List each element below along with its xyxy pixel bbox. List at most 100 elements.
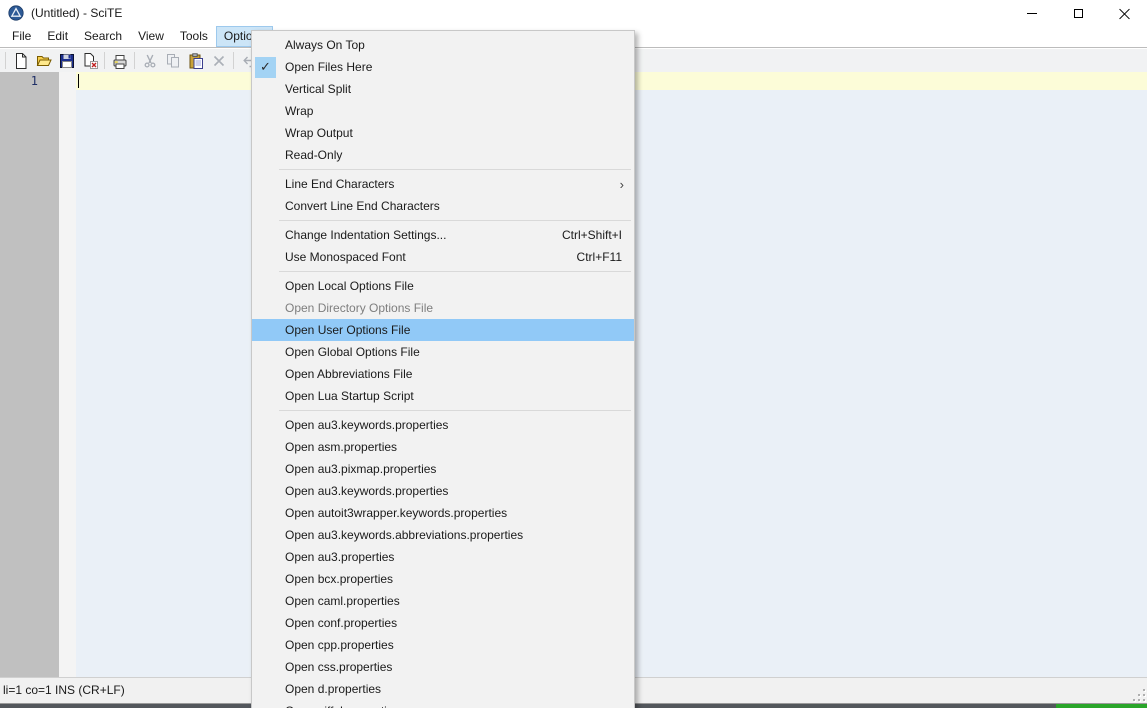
menu-separator — [279, 271, 631, 272]
window-title: (Untitled) - SciTE — [31, 6, 123, 20]
menu-item-open-eiffel-properties[interactable]: Open eiffel.properties — [252, 700, 634, 708]
menu-item-open-user-options-file[interactable]: Open User Options File — [252, 319, 634, 341]
menu-item-label: Open cpp.properties — [285, 638, 394, 652]
menu-item-open-au3-keywords-properties[interactable]: Open au3.keywords.properties — [252, 414, 634, 436]
menu-gutter — [255, 35, 276, 56]
menu-item-open-au3-properties[interactable]: Open au3.properties — [252, 546, 634, 568]
menu-item-shortcut: Ctrl+Shift+I — [561, 228, 622, 242]
menu-gutter — [255, 101, 276, 122]
close-button[interactable] — [1101, 0, 1147, 26]
menu-item-label: Open css.properties — [285, 660, 393, 674]
menu-item-label: Vertical Split — [285, 82, 352, 96]
menu-item-always-on-top[interactable]: Always On Top — [252, 34, 634, 56]
toolbar-separator — [134, 52, 135, 69]
print-button[interactable] — [108, 50, 131, 71]
menu-item-open-asm-properties[interactable]: Open asm.properties — [252, 436, 634, 458]
menu-gutter — [255, 415, 276, 436]
menu-item-open-global-options-file[interactable]: Open Global Options File — [252, 341, 634, 363]
text-caret — [78, 74, 79, 88]
cut-button — [138, 50, 161, 71]
menu-gutter — [255, 459, 276, 480]
menu-item-shortcut: Ctrl+F11 — [576, 250, 622, 264]
menu-item-open-abbreviations-file[interactable]: Open Abbreviations File — [252, 363, 634, 385]
menu-item-wrap[interactable]: Wrap — [252, 100, 634, 122]
menu-item-label: Wrap — [285, 104, 314, 118]
maximize-icon — [1073, 8, 1083, 18]
menu-gutter — [255, 547, 276, 568]
menu-item-label: Line End Characters — [285, 177, 395, 191]
line-number-margin: 1 — [0, 72, 59, 677]
menu-item-open-files-here[interactable]: ✓ Open Files Here — [252, 56, 634, 78]
menu-item-label: Open Abbreviations File — [285, 367, 413, 381]
menu-item-open-au3-keywords-properties[interactable]: Open au3.keywords.properties — [252, 480, 634, 502]
menu-item-open-css-properties[interactable]: Open css.properties — [252, 656, 634, 678]
menu-gutter — [255, 569, 276, 590]
paste-button[interactable] — [184, 50, 207, 71]
paste-icon — [189, 52, 203, 69]
menu-item-open-bcx-properties[interactable]: Open bcx.properties — [252, 568, 634, 590]
line-number: 1 — [30, 74, 38, 88]
new-file-button[interactable] — [9, 50, 32, 71]
menu-item-use-monospaced-font[interactable]: Use Monospaced Font Ctrl+F11 — [252, 246, 634, 268]
menu-item-label: Open eiffel.properties — [285, 704, 634, 708]
save-file-button[interactable] — [55, 50, 78, 71]
menu-gutter — [255, 481, 276, 502]
menubar-item-edit[interactable]: Edit — [39, 26, 76, 47]
delete-button — [207, 50, 230, 71]
menu-item-open-au3-pixmap-properties[interactable]: Open au3.pixmap.properties — [252, 458, 634, 480]
menu-item-label: Open au3.keywords.properties — [285, 418, 449, 432]
menu-gutter — [255, 591, 276, 612]
menu-gutter — [255, 79, 276, 100]
open-file-button[interactable] — [32, 50, 55, 71]
menu-item-label: Open Files Here — [285, 60, 373, 74]
menu-item-read-only[interactable]: Read-Only — [252, 144, 634, 166]
menu-gutter — [255, 225, 276, 246]
menu-item-line-end-characters[interactable]: Line End Characters › — [252, 173, 634, 195]
menu-item-change-indentation-settings[interactable]: Change Indentation Settings... Ctrl+Shift… — [252, 224, 634, 246]
menu-item-open-lua-startup-script[interactable]: Open Lua Startup Script — [252, 385, 634, 407]
save-file-icon — [59, 53, 74, 68]
menu-item-label: Open Local Options File — [285, 279, 414, 293]
menu-item-label: Open conf.properties — [285, 616, 398, 630]
menu-gutter — [255, 247, 276, 268]
minimize-icon — [1027, 12, 1037, 14]
options-menu-popup: Always On Top ✓ Open Files Here Vertical Sp… — [251, 30, 635, 708]
menu-gutter — [255, 701, 276, 708]
menu-separator — [279, 410, 631, 411]
menu-item-label: Open Lua Startup Script — [285, 389, 414, 403]
menubar-item-tools[interactable]: Tools — [172, 26, 216, 47]
menu-item-open-autoit3wrapper-keywords-properties[interactable]: Open autoit3wrapper.keywords.properties — [252, 502, 634, 524]
maximize-button[interactable] — [1055, 0, 1101, 26]
menu-item-open-local-options-file[interactable]: Open Local Options File — [252, 275, 634, 297]
menu-item-open-d-properties[interactable]: Open d.properties — [252, 678, 634, 700]
menu-item-label: Read-Only — [285, 148, 343, 162]
menu-item-label: Use Monospaced Font — [285, 250, 406, 264]
scite-window: { "titlebar": { "title": "(Untitled) - S… — [0, 0, 1147, 708]
menu-item-convert-line-end-characters[interactable]: Convert Line End Characters — [252, 195, 634, 217]
menu-gutter — [255, 635, 276, 656]
toolbar-separator — [5, 52, 6, 69]
menu-separator — [279, 169, 631, 170]
close-icon — [1119, 8, 1130, 19]
close-file-button[interactable] — [78, 50, 101, 71]
menu-item-wrap-output[interactable]: Wrap Output — [252, 122, 634, 144]
menu-item-label: Convert Line End Characters — [285, 199, 440, 213]
menu-item-open-caml-properties[interactable]: Open caml.properties — [252, 590, 634, 612]
check-icon: ✓ — [255, 56, 276, 78]
minimize-button[interactable] — [1009, 0, 1055, 26]
menu-gutter — [255, 320, 276, 341]
close-file-icon — [84, 52, 98, 69]
menu-item-label: Open asm.properties — [285, 440, 398, 454]
resize-grip-icon[interactable] — [1132, 688, 1145, 701]
menubar-item-view[interactable]: View — [130, 26, 172, 47]
menu-item-open-cpp-properties[interactable]: Open cpp.properties — [252, 634, 634, 656]
menu-item-open-au3-keywords-abbreviations-properties[interactable]: Open au3.keywords.abbreviations.properti… — [252, 524, 634, 546]
menu-item-vertical-split[interactable]: Vertical Split — [252, 78, 634, 100]
menu-item-label: Wrap Output — [285, 126, 353, 140]
statusbar-text: li=1 co=1 INS (CR+LF) — [3, 683, 125, 697]
menu-gutter — [255, 276, 276, 297]
menu-item-label: Open bcx.properties — [285, 572, 394, 586]
menubar-item-search[interactable]: Search — [76, 26, 130, 47]
menu-item-open-conf-properties[interactable]: Open conf.properties — [252, 612, 634, 634]
menubar-item-file[interactable]: File — [4, 26, 39, 47]
